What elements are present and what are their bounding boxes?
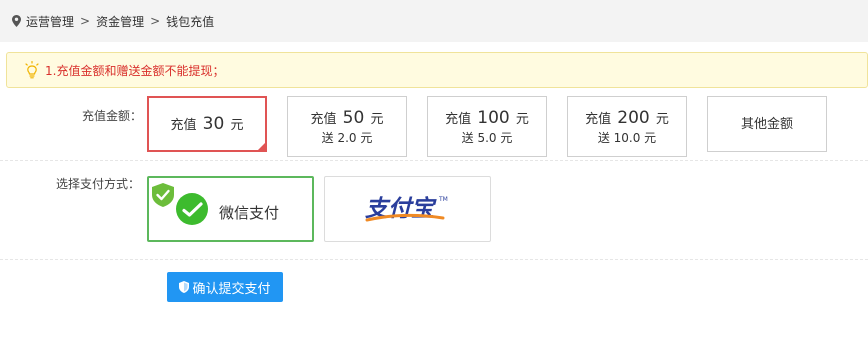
breadcrumb-item-operations[interactable]: 运营管理	[26, 13, 74, 30]
recharge-amount-label: 充值金额：	[82, 109, 143, 123]
lightbulb-icon	[25, 61, 39, 79]
amount-option-other[interactable]: 其他金额	[707, 96, 827, 152]
svg-text:TM: TM	[438, 196, 448, 203]
notice-banner: 1.充值金额和赠送金额不能提现；	[6, 52, 868, 88]
amount-value: 200	[617, 107, 650, 128]
payment-option-alipay[interactable]: 支付宝 TM	[324, 176, 491, 242]
gift-amount: 送 2.0 元	[321, 130, 373, 145]
amount-value: 30	[202, 114, 225, 134]
amount-option-30[interactable]: 充值 30 元 ✓	[147, 96, 267, 152]
verified-shield-icon	[152, 183, 174, 207]
amount-value: 100	[477, 107, 510, 128]
confirm-payment-label: 确认提交支付	[192, 281, 271, 297]
amount-unit: 元	[370, 111, 384, 127]
divider	[0, 160, 868, 161]
wechat-pay-label: 微信支付	[219, 204, 280, 222]
confirm-payment-button[interactable]: 确认提交支付	[167, 272, 283, 302]
amount-prefix: 充值	[170, 118, 197, 133]
amount-prefix: 充值	[445, 111, 472, 127]
breadcrumb-separator: >	[80, 14, 91, 28]
amount-prefix: 充值	[585, 111, 612, 127]
amount-unit: 元	[515, 111, 529, 127]
amount-option-text: 充值 200 元	[585, 108, 669, 128]
amount-unit: 元	[230, 118, 244, 133]
amount-prefix: 充值	[310, 111, 337, 127]
breadcrumb-item-funds[interactable]: 资金管理	[96, 13, 144, 30]
amount-option-text: 充值 50 元	[311, 108, 384, 128]
payment-option-wechat[interactable]: 微信支付	[147, 176, 314, 242]
amount-value: 50	[342, 107, 365, 128]
shield-icon	[179, 281, 190, 293]
notice-text: 1.充值金额和赠送金额不能提现；	[45, 63, 225, 78]
amount-option-text: 充值 100 元	[445, 108, 529, 128]
payment-method-label: 选择支付方式：	[56, 177, 141, 191]
gift-amount: 送 10.0 元	[597, 130, 657, 145]
checkmark-icon: ✓	[258, 142, 264, 150]
other-amount-label: 其他金额	[740, 116, 793, 132]
location-pin-icon	[12, 15, 21, 27]
amount-option-200[interactable]: 充值 200 元 送 10.0 元	[567, 96, 687, 157]
amount-option-100[interactable]: 充值 100 元 送 5.0 元	[427, 96, 547, 157]
breadcrumb-separator: >	[150, 14, 161, 28]
wechat-pay-icon	[176, 193, 208, 225]
alipay-logo: 支付宝 TM	[365, 196, 448, 222]
breadcrumb: 运营管理 > 资金管理 > 钱包充值	[0, 0, 868, 42]
divider	[0, 259, 868, 260]
breadcrumb-item-wallet-recharge: 钱包充值	[166, 14, 215, 29]
amount-option-50[interactable]: 充值 50 元 送 2.0 元	[287, 96, 407, 157]
gift-amount: 送 5.0 元	[461, 130, 513, 145]
amount-option-text: 充值 30 元	[171, 114, 244, 134]
amount-unit: 元	[655, 111, 669, 127]
